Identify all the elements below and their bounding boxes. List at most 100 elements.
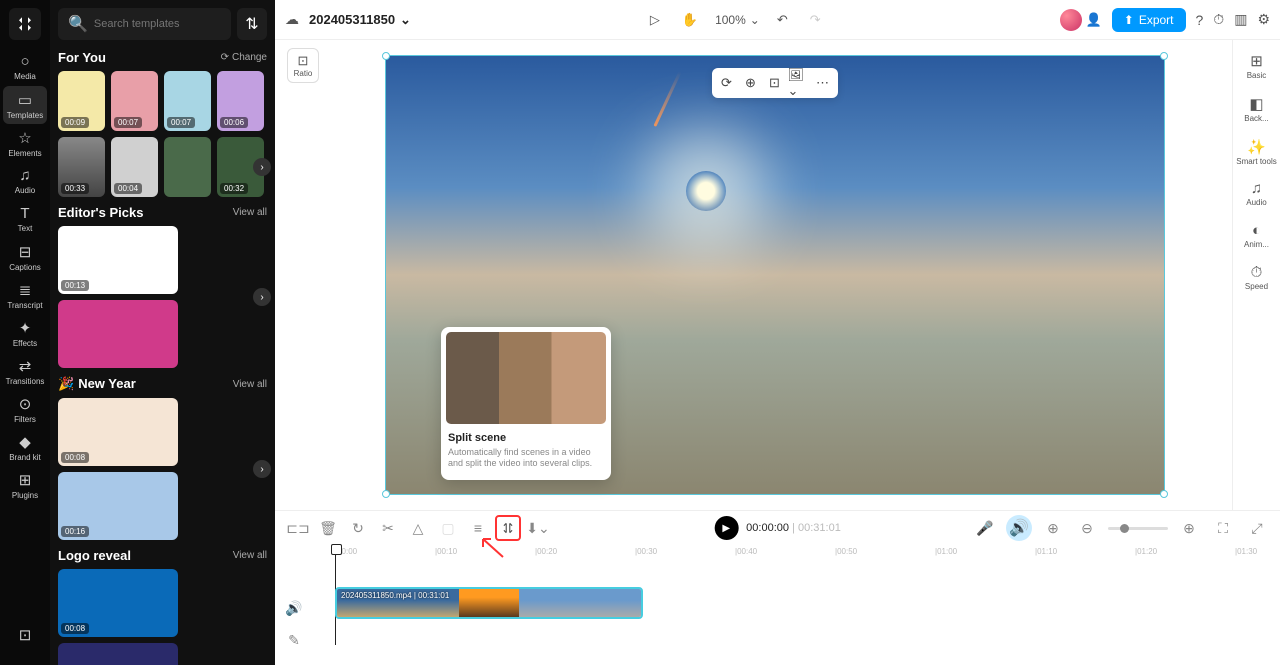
help-icon-bottom[interactable]: ⊡ [3, 617, 47, 655]
template-thumb[interactable]: 00:07 [111, 71, 158, 131]
play-button[interactable]: ▶ [714, 516, 738, 540]
panel-smart-tools[interactable]: ✨Smart tools [1236, 134, 1277, 171]
nav-plugins[interactable]: ⊞Plugins [3, 466, 47, 504]
template-thumb[interactable]: 00:07 [164, 71, 211, 131]
download-tool[interactable]: ⬇⌄ [525, 515, 551, 541]
search-input-container[interactable]: 🔍 [58, 8, 231, 40]
scroll-right-arrow[interactable]: › [253, 158, 271, 176]
panel-speed[interactable]: ⏱Speed [1236, 260, 1277, 296]
cloud-icon[interactable]: ☁ [285, 11, 299, 28]
delete-tool[interactable]: 🗑 [315, 515, 341, 541]
image-icon[interactable]: 🖼⌄ [788, 72, 810, 94]
disabled-tool: ▢ [435, 515, 461, 541]
ruler-tick: |00:20 [535, 547, 557, 556]
replace-icon[interactable]: ⟳ [716, 72, 738, 94]
ruler-tick: |01:10 [1035, 547, 1057, 556]
split-tool[interactable]: ⊏⊐ [285, 515, 311, 541]
nav-transitions[interactable]: ⇄Transitions [3, 352, 47, 390]
nav-effects[interactable]: ✦Effects [3, 314, 47, 352]
mirror-tool[interactable]: △ [405, 515, 431, 541]
section-editors-picks: Editor's Picks [58, 205, 143, 220]
scroll-right-arrow[interactable]: › [253, 460, 271, 478]
layout-icon[interactable]: ▥ [1234, 11, 1247, 28]
panel-anim[interactable]: ◐Anim... [1236, 218, 1277, 254]
help-icon[interactable]: ? [1196, 12, 1204, 28]
nav-captions[interactable]: ⊟Captions [3, 238, 47, 276]
resize-handle-tl[interactable] [382, 52, 390, 60]
view-all-logo[interactable]: View all [233, 550, 267, 561]
view-all-editors[interactable]: View all [233, 207, 267, 218]
template-thumb[interactable]: 00:09 [58, 71, 105, 131]
timeline-clip[interactable]: 202405311850.mp4 | 00:31:01 [335, 587, 643, 619]
audio-icon: ♫ [19, 167, 30, 184]
zoom-in-icon[interactable]: ⊕ [1176, 515, 1202, 541]
track-audio-icon[interactable]: 🔊 [281, 595, 307, 621]
nav-text[interactable]: TText [3, 200, 47, 238]
template-thumb[interactable]: 00:13 [58, 226, 178, 294]
section-new-year: 🎉New Year [58, 376, 136, 392]
section-for-you: For You [58, 50, 106, 65]
template-thumb[interactable]: 00:16 [58, 472, 178, 540]
redo-button[interactable]: ↷ [805, 9, 826, 31]
expand-icon[interactable]: ⤢ [1244, 515, 1270, 541]
nav-templates[interactable]: ▭Templates [3, 86, 47, 124]
panel-back[interactable]: ◧Back... [1236, 91, 1277, 128]
zoom-out-icon[interactable]: ⊖ [1074, 515, 1100, 541]
template-thumb[interactable] [58, 300, 178, 368]
resize-handle-br[interactable] [1160, 490, 1168, 498]
scroll-right-arrow[interactable]: › [253, 288, 271, 306]
template-thumb[interactable]: 00:08 [58, 398, 178, 466]
search-input[interactable] [94, 18, 221, 30]
panel-basic[interactable]: ⊞Basic [1236, 48, 1277, 85]
nav-elements[interactable]: ☆Elements [3, 124, 47, 162]
restore-tool[interactable]: ↻ [345, 515, 371, 541]
project-name[interactable]: 202405311850 ⌄ [309, 12, 411, 28]
pointer-tool[interactable]: ▷ [645, 9, 665, 31]
app-logo[interactable] [9, 8, 41, 40]
ruler-tick: |01:20 [1135, 547, 1157, 556]
panel-audio[interactable]: ♫Audio [1236, 176, 1277, 212]
filter-button[interactable]: ⇅ [237, 8, 267, 40]
ruler-tick: |00:30 [635, 547, 657, 556]
fit-icon[interactable]: ⛶ [1210, 515, 1236, 541]
track-edit-icon[interactable]: ✎ [281, 627, 307, 653]
text-icon: T [20, 205, 29, 222]
template-thumb[interactable]: 00:08 [58, 569, 178, 637]
template-thumb[interactable]: 00:06 [217, 71, 264, 131]
nav-brand-kit[interactable]: ◆Brand kit [3, 428, 47, 466]
view-all-newyear[interactable]: View all [233, 379, 267, 390]
magnetic-icon[interactable]: ⊕ [1040, 515, 1066, 541]
nav-filters[interactable]: ⊙Filters [3, 390, 47, 428]
resize-handle-bl[interactable] [382, 490, 390, 498]
tooltip-split-scene: Split scene Automatically find scenes in… [441, 327, 611, 480]
nav-audio[interactable]: ♫Audio [3, 162, 47, 200]
change-button[interactable]: ⟳Change [221, 52, 267, 63]
crop-icon[interactable]: ⊡ [764, 72, 786, 94]
crop-tool[interactable]: ✂ [375, 515, 401, 541]
template-thumb[interactable]: 00:07 [58, 643, 178, 665]
hand-tool[interactable]: ✋ [677, 9, 703, 31]
ratio-button[interactable]: ⊡ Ratio [287, 48, 319, 83]
history-icon[interactable]: ⏱ [1213, 11, 1224, 28]
ratio-icon: ⊡ [288, 53, 318, 69]
elements-icon: ☆ [18, 129, 31, 147]
mic-icon[interactable]: 🎤 [972, 515, 998, 541]
settings-icon[interactable]: ⚙ [1257, 11, 1270, 28]
export-button[interactable]: ⬆Export [1112, 8, 1186, 32]
voiceover-icon[interactable]: 🔊 [1006, 515, 1032, 541]
resize-handle-tr[interactable] [1160, 52, 1168, 60]
zoom-slider[interactable] [1108, 527, 1168, 530]
template-thumb[interactable]: 00:33 [58, 137, 105, 197]
add-icon[interactable]: ⊕ [740, 72, 762, 94]
nav-media[interactable]: ○Media [3, 48, 47, 86]
nav-transcript[interactable]: ≣Transcript [3, 276, 47, 314]
annotation-arrow [481, 537, 511, 565]
more-icon[interactable]: ⋯ [812, 72, 834, 94]
undo-button[interactable]: ↶ [772, 9, 793, 31]
effects-icon: ✦ [19, 319, 32, 337]
filters-icon: ⊙ [19, 395, 32, 413]
user-avatars[interactable]: 👤 [1060, 9, 1102, 31]
zoom-dropdown[interactable]: 100% ⌄ [715, 13, 760, 27]
template-thumb[interactable] [164, 137, 211, 197]
template-thumb[interactable]: 00:04 [111, 137, 158, 197]
